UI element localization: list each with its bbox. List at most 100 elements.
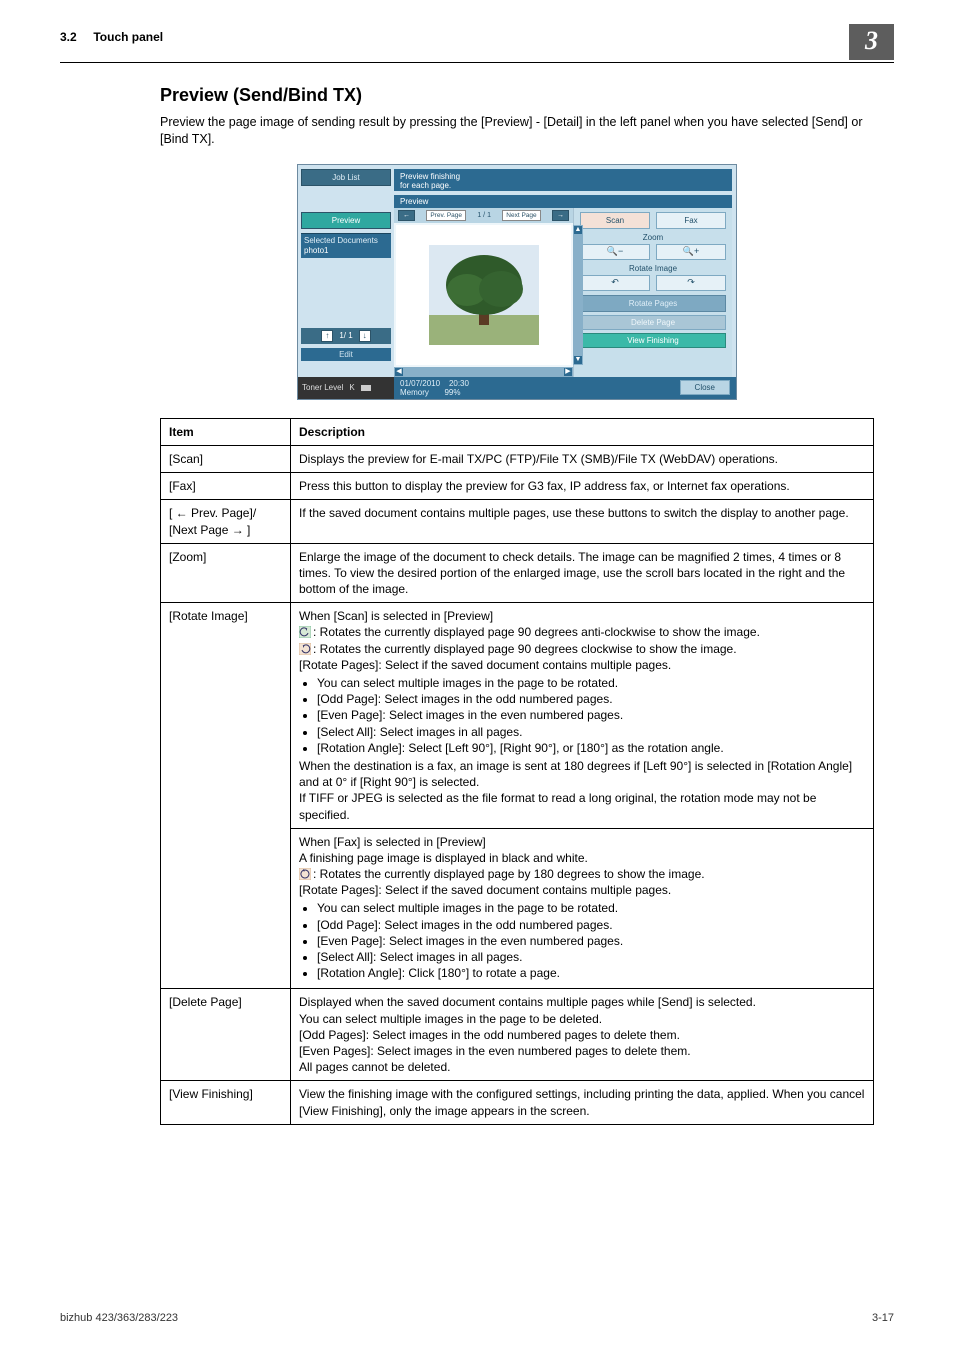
rotate-ccw-inline-icon: [299, 626, 311, 638]
section-number: 3.2: [60, 30, 77, 44]
rotate-cw-inline-icon: [299, 643, 311, 655]
item-cell: [Fax]: [161, 473, 291, 500]
view-finishing-button[interactable]: View Finishing: [580, 333, 726, 348]
item-cell: [Zoom]: [161, 543, 291, 603]
list-item: [Rotation Angle]: Select [Left 90°], [Ri…: [317, 740, 865, 756]
rotate-180-inline-icon: [299, 868, 311, 880]
page-number-display: 1 / 1: [477, 212, 491, 219]
description-table: Item Description [Scan] Displays the pre…: [160, 418, 874, 1125]
rotate-fax-pages-desc: [Rotate Pages]: Select if the saved docu…: [299, 882, 865, 898]
delete-line-4: [Even Pages]: Select images in the even …: [299, 1043, 865, 1059]
rotate-cw-desc: : Rotates the currently displayed page 9…: [313, 642, 737, 656]
delete-line-5: All pages cannot be deleted.: [299, 1059, 865, 1075]
list-item: [Rotation Angle]: Click [180°] to rotate…: [317, 965, 865, 981]
message-line-1: Preview finishing: [400, 172, 726, 182]
zoom-in-button[interactable]: 🔍+: [656, 244, 726, 260]
page-footer: bizhub 423/363/283/223 3-17: [60, 1312, 894, 1324]
page-content: Preview (Send/Bind TX) Preview the page …: [160, 85, 874, 1125]
table-header-item: Item: [161, 418, 291, 445]
scroll-right-icon[interactable]: ▶: [564, 368, 572, 376]
selected-document-item[interactable]: photo1: [304, 245, 388, 256]
table-row: [ ← Prev. Page]/ [Next Page → ] If the s…: [161, 500, 874, 543]
prev-page-button[interactable]: ←: [398, 210, 415, 221]
list-item: [Even Page]: Select images in the even n…: [317, 707, 865, 723]
toner-label: Toner Level: [302, 383, 343, 392]
list-item: [Select All]: Select images in all pages…: [317, 724, 865, 740]
status-memory-label: Memory: [400, 388, 429, 397]
rotate-scan-bullets: You can select multiple images in the pa…: [317, 675, 865, 756]
page-header: 3.2 Touch panel 3: [60, 30, 894, 63]
delete-line-3: [Odd Pages]: Select images in the odd nu…: [299, 1027, 865, 1043]
item-cell: [Rotate Image]: [161, 603, 291, 989]
rotate-pages-button[interactable]: Rotate Pages: [580, 295, 726, 312]
page-title: Preview (Send/Bind TX): [160, 85, 874, 106]
page-down-button[interactable]: ↓: [359, 330, 371, 342]
list-item: [Odd Page]: Select images in the odd num…: [317, 917, 865, 933]
fax-tab-button[interactable]: Fax: [656, 212, 726, 229]
preview-viewer: ← Prev. Page 1 / 1 Next Page →: [394, 208, 574, 377]
selected-documents-label: Selected Documents: [304, 236, 388, 245]
scan-tab-button[interactable]: Scan: [580, 212, 650, 229]
desc-cell: View the finishing image with the config…: [291, 1081, 874, 1124]
desc-cell: When [Fax] is selected in [Preview] A fi…: [291, 828, 874, 989]
desc-cell: Displays the preview for E-mail TX/PC (F…: [291, 445, 874, 472]
desc-cell: Press this button to display the preview…: [291, 473, 874, 500]
desc-cell: Displayed when the saved document contai…: [291, 989, 874, 1081]
horizontal-scrollbar[interactable]: ◀ ▶: [394, 367, 573, 377]
preview-panel: Preview ← Prev. Page 1 / 1 Next Page →: [394, 195, 732, 377]
scroll-left-icon[interactable]: ◀: [395, 368, 403, 376]
rotate-fax-bullets: You can select multiple images in the pa…: [317, 900, 865, 981]
table-row: [Rotate Image] When [Scan] is selected i…: [161, 603, 874, 828]
status-time: 20:30: [449, 379, 469, 388]
rotate-pages-desc: [Rotate Pages]: Select if the saved docu…: [299, 657, 865, 673]
zoom-in-icon: 🔍+: [683, 246, 699, 257]
prev-page-label: Prev. Page: [426, 210, 466, 221]
desc-cell: Enlarge the image of the document to che…: [291, 543, 874, 603]
section-label: Touch panel: [93, 30, 163, 44]
page-counter-label: 1/ 1: [335, 331, 356, 340]
left-sidebar: Job List Preview Selected Documents phot…: [298, 165, 394, 377]
scroll-up-icon[interactable]: ▲: [574, 226, 582, 234]
delete-page-button[interactable]: Delete Page: [580, 315, 726, 330]
status-bar: 01/07/2010 20:30 Memory 99% Close: [394, 377, 736, 399]
item-cell: [Scan]: [161, 445, 291, 472]
item-cell: [ ← Prev. Page]/ [Next Page → ]: [161, 500, 291, 543]
rotate-cw-icon: ↷: [687, 277, 695, 288]
edit-tab[interactable]: Edit: [301, 348, 391, 361]
footer-model: bizhub 423/363/283/223: [60, 1312, 178, 1324]
rotate-ccw-icon: ↶: [611, 277, 619, 288]
page-up-button[interactable]: ↑: [321, 330, 333, 342]
rotate-scan-tail-1: When the destination is a fax, an image …: [299, 758, 865, 790]
zoom-out-button[interactable]: 🔍−: [580, 244, 650, 260]
rotate-scan-tail-2: If TIFF or JPEG is selected as the file …: [299, 790, 865, 822]
rotate-image-label: Rotate Image: [580, 264, 726, 273]
delete-line-2: You can select multiple images in the pa…: [299, 1011, 865, 1027]
preview-tab[interactable]: Preview: [301, 212, 391, 229]
tree-image: [429, 245, 539, 345]
intro-paragraph: Preview the page image of sending result…: [160, 114, 874, 148]
document-pager: ↑ 1/ 1 ↓: [301, 328, 391, 344]
header-section: 3.2 Touch panel: [60, 30, 163, 44]
list-item: You can select multiple images in the pa…: [317, 675, 865, 691]
rotate-ccw-button[interactable]: ↶: [580, 275, 650, 291]
toner-letter: K: [349, 383, 354, 392]
footer-page-number: 3-17: [872, 1312, 894, 1324]
status-memory-value: 99%: [444, 388, 460, 397]
table-row: [Scan] Displays the preview for E-mail T…: [161, 445, 874, 472]
zoom-out-icon: 🔍−: [607, 246, 623, 257]
chapter-badge: 3: [849, 24, 894, 60]
table-row: [View Finishing] View the finishing imag…: [161, 1081, 874, 1124]
page-thumbnail: [396, 225, 571, 365]
next-page-button[interactable]: →: [552, 210, 569, 221]
rotate-ccw-desc: : Rotates the currently displayed page 9…: [313, 625, 760, 639]
rotate-scan-lead: When [Scan] is selected in [Preview]: [299, 608, 865, 624]
message-strip: Preview finishing for each page.: [394, 169, 732, 191]
item-cell: [View Finishing]: [161, 1081, 291, 1124]
vertical-scrollbar[interactable]: ▲ ▼: [573, 225, 583, 365]
scroll-down-icon[interactable]: ▼: [574, 356, 582, 364]
rotate-cw-button[interactable]: ↷: [656, 275, 726, 291]
status-date: 01/07/2010: [400, 379, 440, 388]
job-list-tab[interactable]: Job List: [301, 169, 391, 186]
next-page-label: Next Page: [502, 210, 540, 221]
close-button[interactable]: Close: [680, 380, 730, 395]
